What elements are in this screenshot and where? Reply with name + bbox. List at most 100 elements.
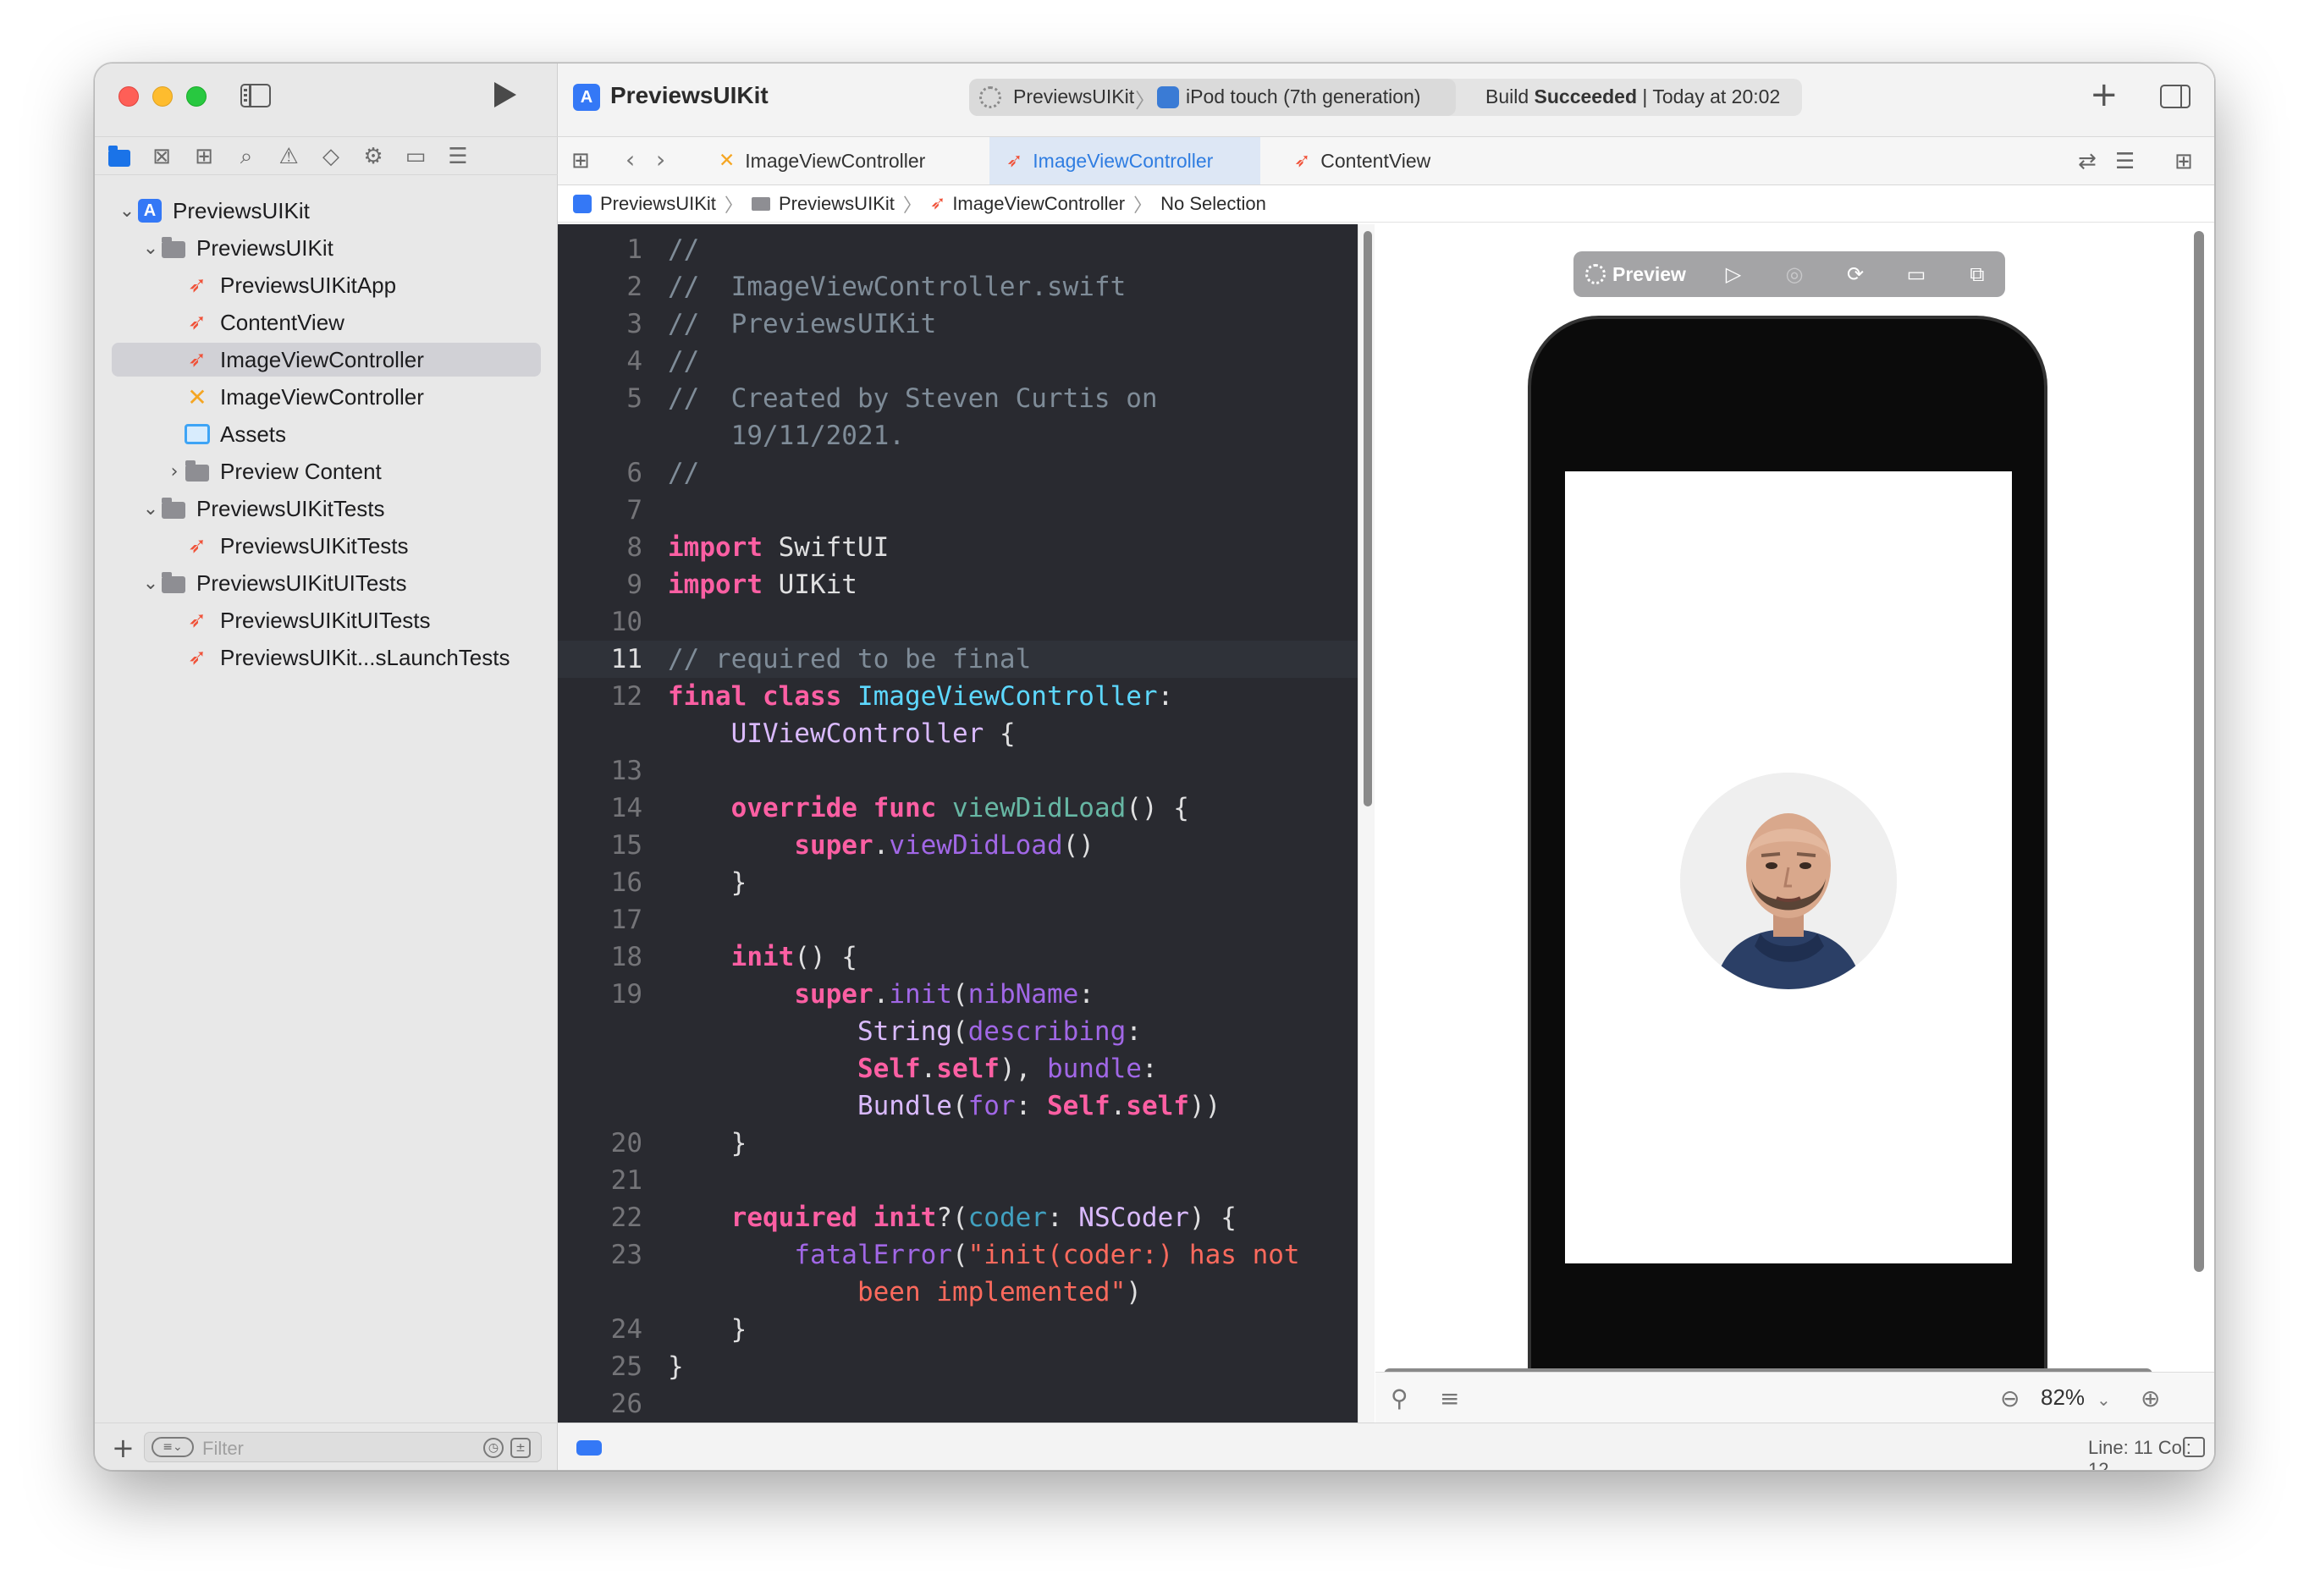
code-line[interactable]: 8 import SwiftUI <box>558 529 1358 566</box>
code-line[interactable]: 24 } <box>558 1311 1358 1348</box>
debug-area-toggle-icon[interactable] <box>576 1440 602 1456</box>
close-window-button[interactable] <box>118 86 139 107</box>
related-items-grid-icon[interactable]: ⊞ <box>571 149 595 173</box>
tree-row[interactable]: ✕ ImageViewController <box>112 380 541 414</box>
code-line[interactable]: 12 final class ImageViewController: <box>558 678 1358 715</box>
editor-options-icon[interactable]: ☰ <box>2115 149 2135 174</box>
tree-row[interactable]: ⌄ A PreviewsUIKit <box>112 194 541 228</box>
code-line[interactable]: 7 <box>558 492 1358 529</box>
pin-icon[interactable]: ⚲ <box>1391 1384 1408 1412</box>
recent-files-icon[interactable]: ◷ <box>483 1438 504 1458</box>
code-line[interactable]: 23 fatalError("init(coder:) has not <box>558 1236 1358 1274</box>
zoom-level[interactable]: 82% <box>2041 1384 2085 1411</box>
library-plus-icon[interactable]: + <box>2090 75 2119 114</box>
editor-scrollbar[interactable] <box>1358 224 1375 1423</box>
tree-row[interactable]: › Preview Content <box>112 454 541 488</box>
zoom-in-icon[interactable]: ⊕ <box>2141 1384 2160 1412</box>
code-line[interactable]: 17 <box>558 901 1358 938</box>
code-line[interactable]: Bundle(for: Self.self)) <box>558 1087 1358 1125</box>
code-line[interactable]: been implemented") <box>558 1274 1358 1311</box>
code-line[interactable]: 5 // Created by Steven Curtis on <box>558 380 1358 417</box>
breakpoint-navigator-icon[interactable]: ▭ <box>403 144 428 169</box>
forward-chevron-icon[interactable]: › <box>656 146 665 173</box>
code-line[interactable]: 14 override func viewDidLoad() { <box>558 790 1358 827</box>
find-navigator-icon[interactable]: ⌕ <box>234 144 259 169</box>
tab-contentview[interactable]: ➶ ContentView <box>1277 137 1489 184</box>
code-line[interactable]: 15 super.viewDidLoad() <box>558 827 1358 864</box>
source-editor[interactable]: 1 // 2 // ImageViewController.swift 3 // Prev… <box>558 224 1358 1423</box>
sidebar-toggle-icon[interactable] <box>240 84 271 107</box>
canvas-vertical-scrollbar[interactable] <box>2194 231 2204 1272</box>
scrollbar-thumb[interactable] <box>1364 231 1372 806</box>
report-navigator-icon[interactable]: ☰ <box>445 144 471 169</box>
project-navigator-icon[interactable] <box>107 144 132 169</box>
code-line[interactable]: 22 required init?(coder: NSCoder) { <box>558 1199 1358 1236</box>
tree-row[interactable]: ➶ PreviewsUIKitUITests <box>112 603 541 637</box>
breadcrumb-project[interactable]: PreviewsUIKit <box>600 193 716 215</box>
back-chevron-icon[interactable]: ‹ <box>625 146 635 173</box>
breadcrumb-file[interactable]: ImageViewController <box>952 193 1125 215</box>
code-line[interactable]: 21 <box>558 1162 1358 1199</box>
code-line[interactable]: 9 import UIKit <box>558 566 1358 603</box>
code-line[interactable]: 3 // PreviewsUIKit <box>558 305 1358 343</box>
issue-navigator-icon[interactable]: ⚠ <box>276 144 301 169</box>
chevron-down-icon[interactable]: ⌄ <box>141 238 161 259</box>
code-line[interactable]: 2 // ImageViewController.swift <box>558 268 1358 305</box>
tree-row[interactable]: ➶ ContentView <box>112 305 541 339</box>
code-line[interactable]: 1 // <box>558 231 1358 268</box>
zoom-out-icon[interactable]: ⊖ <box>2000 1384 2020 1412</box>
tree-row[interactable]: Assets <box>112 417 541 451</box>
filter-field[interactable]: ≡⌄ Filter ◷ ± <box>144 1432 542 1462</box>
duplicate-preview-icon[interactable]: ⧉ <box>1965 261 1990 287</box>
breadcrumb-selection[interactable]: No Selection <box>1160 193 1266 215</box>
device-screen[interactable] <box>1565 471 2012 1263</box>
tab-imageviewcontroller-xib[interactable]: ✕ ImageViewController <box>702 137 973 184</box>
tree-row[interactable]: ⌄ PreviewsUIKitUITests <box>112 566 541 600</box>
tab-imageviewcontroller-swift[interactable]: ➶ ImageViewController <box>989 137 1260 184</box>
code-line[interactable]: 19 super.init(nibName: <box>558 976 1358 1013</box>
code-line[interactable]: 26 <box>558 1385 1358 1423</box>
code-line[interactable]: 20 } <box>558 1125 1358 1162</box>
tree-row[interactable]: ➶ PreviewsUIKitApp <box>112 268 541 302</box>
code-line[interactable]: 25} <box>558 1348 1358 1385</box>
chevron-down-icon[interactable]: ⌄ <box>141 498 161 520</box>
tree-row[interactable]: ➶ PreviewsUIKitTests <box>112 529 541 563</box>
chevron-down-icon[interactable]: ⌄ <box>117 201 137 222</box>
source-control-navigator-icon[interactable]: ⊠ <box>149 144 174 169</box>
chevron-right-icon[interactable]: › <box>164 461 185 482</box>
scheme-selector[interactable]: PreviewsUIKit 〉 iPod touch (7th generati… <box>969 79 1456 116</box>
hide-debug-area-icon[interactable] <box>2183 1437 2205 1457</box>
zoom-window-button[interactable] <box>186 86 207 107</box>
breadcrumb-group[interactable]: PreviewsUIKit <box>779 193 895 215</box>
tree-row[interactable]: ➶ PreviewsUIKit...sLaunchTests <box>112 641 541 674</box>
code-line[interactable]: UIViewController { <box>558 715 1358 752</box>
code-line[interactable]: 11 // required to be final <box>558 641 1358 678</box>
source-control-filter-icon[interactable]: ± <box>510 1438 531 1458</box>
chevron-down-icon[interactable]: ⌄ <box>141 573 161 594</box>
symbol-navigator-icon[interactable]: ⊞ <box>191 144 217 169</box>
code-line[interactable]: 16 } <box>558 864 1358 901</box>
zoom-menu-chevron-icon[interactable]: ⌄ <box>2097 1390 2111 1410</box>
live-preview-play-icon[interactable]: ▷ <box>1721 261 1746 287</box>
code-line[interactable]: Self.self), bundle: <box>558 1050 1358 1087</box>
variants-sliders-icon[interactable]: ≡ <box>1440 1384 1459 1412</box>
code-line[interactable]: 18 init() { <box>558 938 1358 976</box>
device-settings-icon[interactable]: ▭ <box>1904 261 1929 287</box>
code-line[interactable]: 10 <box>558 603 1358 641</box>
debug-navigator-icon[interactable]: ⚙ <box>361 144 386 169</box>
minimize-window-button[interactable] <box>152 86 173 107</box>
code-line[interactable]: 6 // <box>558 454 1358 492</box>
rotate-device-icon[interactable]: ⟳ <box>1843 261 1868 287</box>
tree-row[interactable]: ⌄ PreviewsUIKit <box>112 231 541 265</box>
run-button-icon[interactable] <box>494 82 516 107</box>
code-line[interactable]: 13 <box>558 752 1358 790</box>
add-file-button[interactable]: + <box>112 1432 135 1464</box>
inspector-toggle-icon[interactable] <box>2160 85 2191 108</box>
tree-row[interactable]: ➶ ImageViewController <box>112 343 541 377</box>
code-line[interactable]: 4 // <box>558 343 1358 380</box>
device-name[interactable]: iPod touch (7th generation) <box>1186 85 1420 108</box>
add-editor-icon[interactable]: ⊞ <box>2174 149 2193 174</box>
code-line[interactable]: String(describing: <box>558 1013 1358 1050</box>
code-line[interactable]: 19/11/2021. <box>558 417 1358 454</box>
filter-options-icon[interactable]: ≡⌄ <box>152 1437 194 1457</box>
